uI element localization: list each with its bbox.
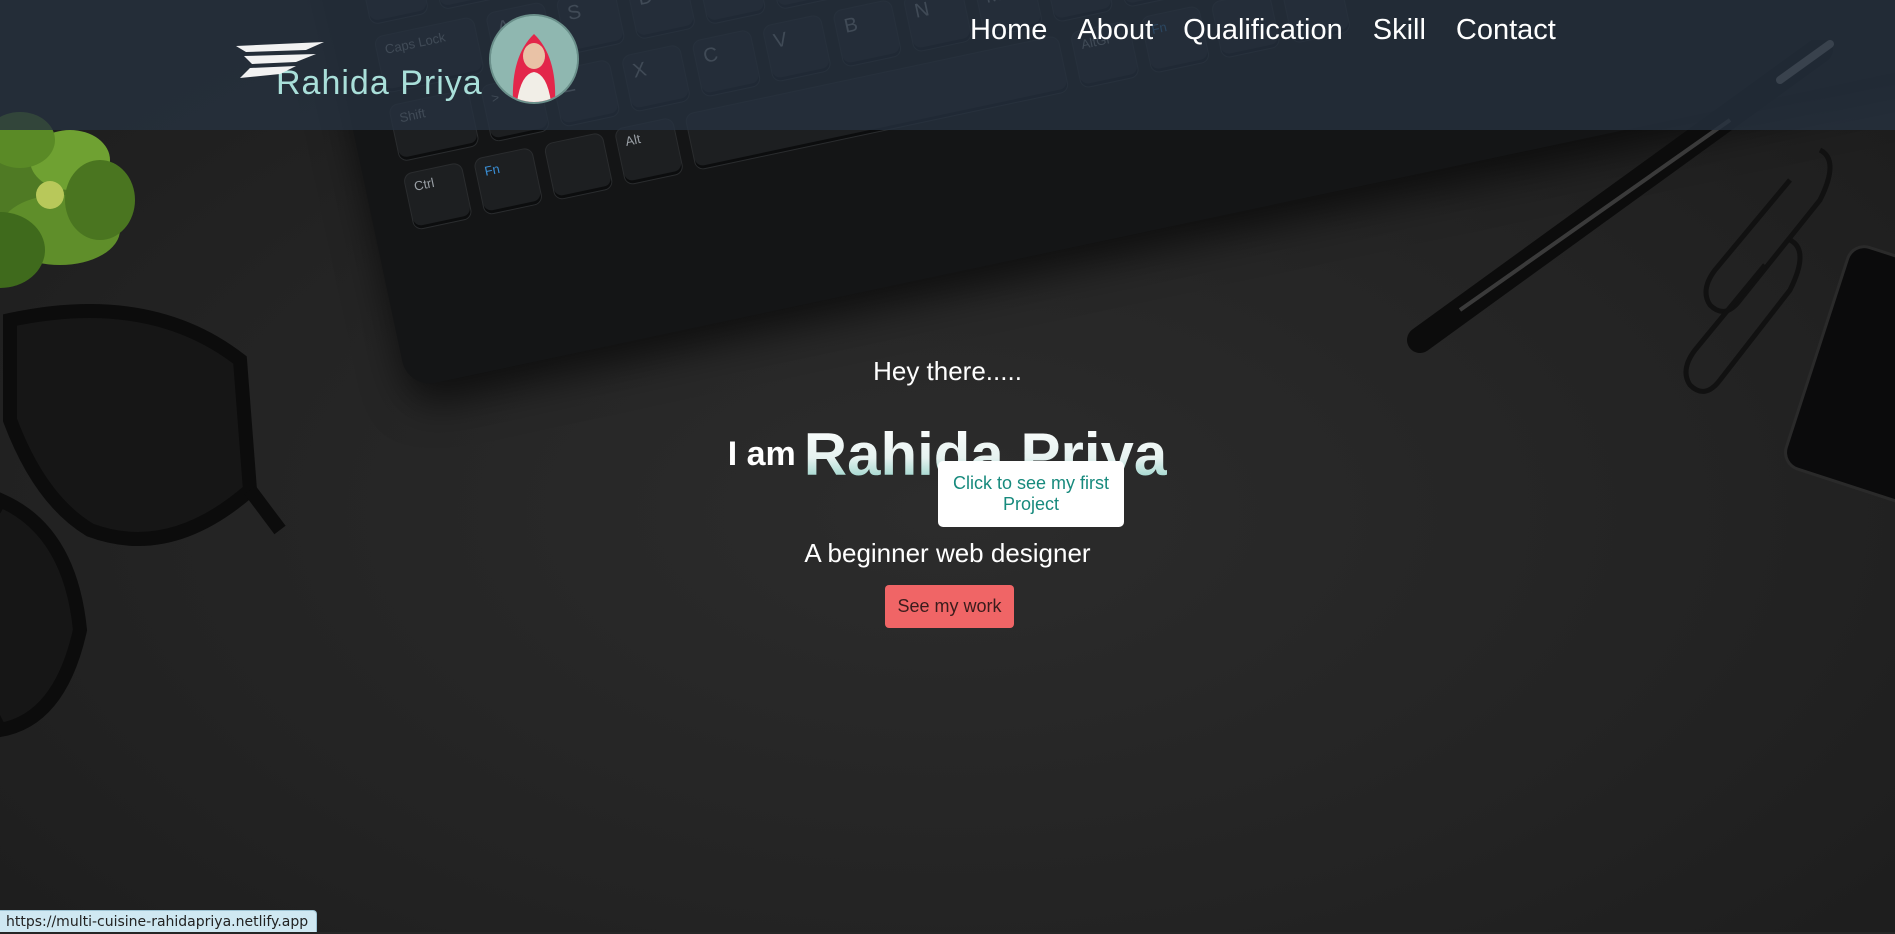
nav-qualification[interactable]: Qualification xyxy=(1183,14,1343,47)
status-bar-url: https://multi-cuisine-rahidapriya.netlif… xyxy=(0,910,318,932)
avatar xyxy=(491,16,577,102)
hero-tagline: A beginner web designer xyxy=(804,538,1091,568)
main-nav: Home About Qualification Skill Contact xyxy=(970,14,1556,47)
project-tooltip: Click to see my first Project xyxy=(938,461,1124,527)
hero-greeting: Hey there..... xyxy=(873,356,1022,386)
nav-skill[interactable]: Skill xyxy=(1373,14,1426,47)
site-logo[interactable]: Rahida Priya xyxy=(236,40,483,103)
nav-home[interactable]: Home xyxy=(970,14,1047,47)
nav-contact[interactable]: Contact xyxy=(1456,14,1556,47)
wing-logo-icon xyxy=(236,42,324,78)
nav-about[interactable]: About xyxy=(1077,14,1153,47)
profile-photo-icon xyxy=(491,16,577,102)
see-my-work-button[interactable]: See my work xyxy=(885,585,1014,628)
site-header: Rahida Priya Home About Qualification Sk… xyxy=(0,0,1895,130)
intro-prefix: I am xyxy=(727,435,796,473)
